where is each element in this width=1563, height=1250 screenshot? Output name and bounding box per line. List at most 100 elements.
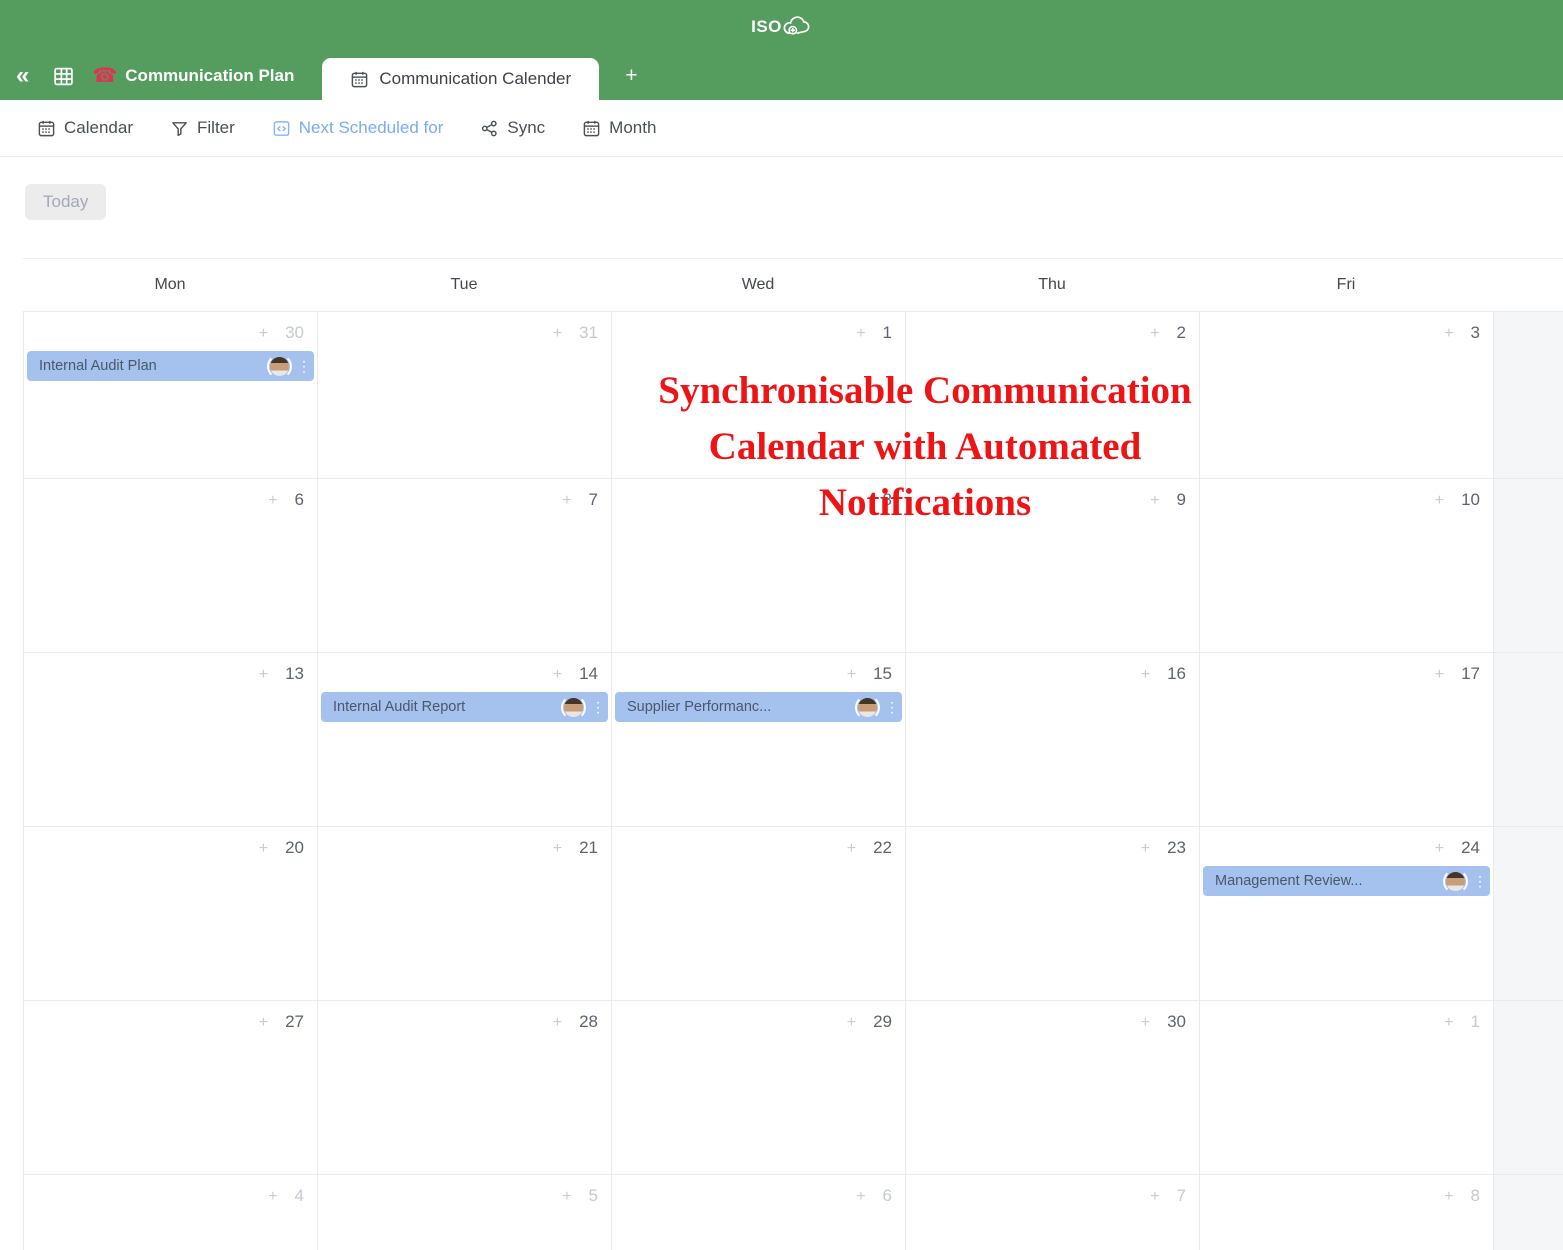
add-event-icon[interactable]: + (856, 492, 865, 510)
add-event-icon[interactable]: + (259, 666, 268, 684)
event-chip[interactable]: Internal Audit Report⋮ (321, 692, 608, 722)
day-cell[interactable]: +15Supplier Performanc...⋮ (611, 653, 905, 826)
day-header-wed: Wed (611, 259, 905, 311)
day-cell[interactable]: +14Internal Audit Report⋮ (317, 653, 611, 826)
event-chip[interactable]: Supplier Performanc...⋮ (615, 692, 902, 722)
add-event-icon[interactable]: + (1141, 1014, 1150, 1032)
day-number: 1 (883, 323, 892, 343)
day-cell[interactable]: +30Internal Audit Plan⋮ (23, 312, 317, 478)
day-cell[interactable]: +5 (317, 1175, 611, 1250)
add-event-icon[interactable]: + (553, 325, 562, 343)
add-event-icon[interactable]: + (1150, 492, 1159, 510)
sync-button[interactable]: Sync (480, 118, 545, 138)
event-menu-icon[interactable]: ⋮ (297, 359, 307, 373)
day-cell[interactable]: +4 (23, 1175, 317, 1250)
collapse-sidebar-icon[interactable]: « (16, 64, 29, 88)
day-cell[interactable]: +23 (905, 827, 1199, 1000)
add-event-icon[interactable]: + (847, 1014, 856, 1032)
day-cell[interactable]: +1 (1199, 1001, 1493, 1174)
tab-communication-plan[interactable]: Communication Plan (125, 66, 294, 86)
event-chip[interactable]: Management Review...⋮ (1203, 866, 1490, 896)
day-cell[interactable]: +8 (611, 479, 905, 652)
table-view-icon[interactable] (53, 66, 74, 87)
day-cell[interactable]: +6 (23, 479, 317, 652)
event-chip[interactable]: Internal Audit Plan ⋮ (27, 351, 314, 381)
add-event-icon[interactable]: + (553, 666, 562, 684)
assignee-avatar (1446, 872, 1465, 891)
day-number: 3 (1471, 323, 1480, 343)
day-cell-header: +24 (1200, 827, 1493, 858)
day-cell[interactable]: +30 (905, 1001, 1199, 1174)
add-event-icon[interactable]: + (553, 1014, 562, 1032)
day-cell[interactable]: +13 (23, 653, 317, 826)
add-event-icon[interactable]: + (1141, 840, 1150, 858)
day-cell-header: +20 (24, 827, 317, 858)
add-event-icon[interactable]: + (268, 1188, 277, 1206)
logo-text: ISO (751, 16, 782, 38)
day-cell[interactable]: +7 (317, 479, 611, 652)
day-cell[interactable]: +8 (1199, 1175, 1493, 1250)
add-event-icon[interactable]: + (847, 840, 856, 858)
add-event-icon[interactable]: + (1141, 666, 1150, 684)
add-event-icon[interactable]: + (1150, 1188, 1159, 1206)
day-cell-header: +1 (612, 312, 905, 343)
calendar-view-button[interactable]: Calendar (37, 118, 133, 138)
calendar-icon (37, 119, 56, 138)
day-cell[interactable]: +31 (317, 312, 611, 478)
day-cell[interactable]: +2 (905, 312, 1199, 478)
day-cell[interactable]: +21 (317, 827, 611, 1000)
tab-communication-calender[interactable]: Communication Calender (322, 58, 599, 100)
day-cell[interactable]: +1 (611, 312, 905, 478)
day-cell[interactable]: +16 (905, 653, 1199, 826)
week-row: +4+5+6+7+8 (23, 1174, 1563, 1250)
add-event-icon[interactable]: + (259, 325, 268, 343)
week-row: +6+7+8+9+10 (23, 478, 1563, 652)
add-event-icon[interactable]: + (847, 666, 856, 684)
add-event-icon[interactable]: + (856, 1188, 865, 1206)
add-event-icon[interactable]: + (562, 492, 571, 510)
add-event-icon[interactable]: + (562, 1188, 571, 1206)
day-number: 20 (285, 838, 304, 858)
day-cell[interactable]: +27 (23, 1001, 317, 1174)
day-cell-header: +9 (906, 479, 1199, 510)
day-cell[interactable]: +6 (611, 1175, 905, 1250)
day-number: 10 (1461, 490, 1480, 510)
add-event-icon[interactable]: + (259, 1014, 268, 1032)
day-cell[interactable]: +28 (317, 1001, 611, 1174)
day-cell[interactable]: +20 (23, 827, 317, 1000)
event-menu-icon[interactable]: ⋮ (591, 700, 601, 714)
next-scheduled-for-button[interactable]: Next Scheduled for (272, 118, 444, 138)
today-button[interactable]: Today (25, 184, 106, 220)
day-cell[interactable]: +22 (611, 827, 905, 1000)
event-menu-icon[interactable]: ⋮ (885, 700, 895, 714)
day-cell[interactable]: +10 (1199, 479, 1493, 652)
day-cell[interactable]: +7 (905, 1175, 1199, 1250)
add-event-icon[interactable]: + (1444, 1014, 1453, 1032)
add-event-icon[interactable]: + (268, 492, 277, 510)
add-event-icon[interactable]: + (1444, 325, 1453, 343)
week-row: +20+21+22+23+24Management Review...⋮ (23, 826, 1563, 1000)
top-header-bar: ISO (0, 0, 1563, 52)
add-event-icon[interactable]: + (856, 325, 865, 343)
month-view-button[interactable]: Month (582, 118, 656, 138)
day-cell-header: +8 (612, 479, 905, 510)
add-event-icon[interactable]: + (1444, 1188, 1453, 1206)
add-event-icon[interactable]: + (1435, 840, 1444, 858)
filter-button[interactable]: Filter (170, 118, 235, 138)
event-title: Internal Audit Plan (39, 358, 267, 374)
add-event-icon[interactable]: + (553, 840, 562, 858)
add-event-icon[interactable]: + (1150, 325, 1159, 343)
day-cell[interactable]: +3 (1199, 312, 1493, 478)
day-number: 6 (883, 1186, 892, 1206)
add-event-icon[interactable]: + (1435, 666, 1444, 684)
add-event-icon[interactable]: + (259, 840, 268, 858)
day-cell-header: +8 (1200, 1175, 1493, 1206)
assignee-avatar (270, 357, 289, 376)
day-cell[interactable]: +17 (1199, 653, 1493, 826)
day-cell[interactable]: +29 (611, 1001, 905, 1174)
add-tab-button[interactable]: + (625, 64, 637, 88)
add-event-icon[interactable]: + (1435, 492, 1444, 510)
day-cell[interactable]: +24 Management Review...⋮ (1199, 827, 1493, 1000)
event-menu-icon[interactable]: ⋮ (1473, 874, 1483, 888)
day-cell[interactable]: +9 (905, 479, 1199, 652)
